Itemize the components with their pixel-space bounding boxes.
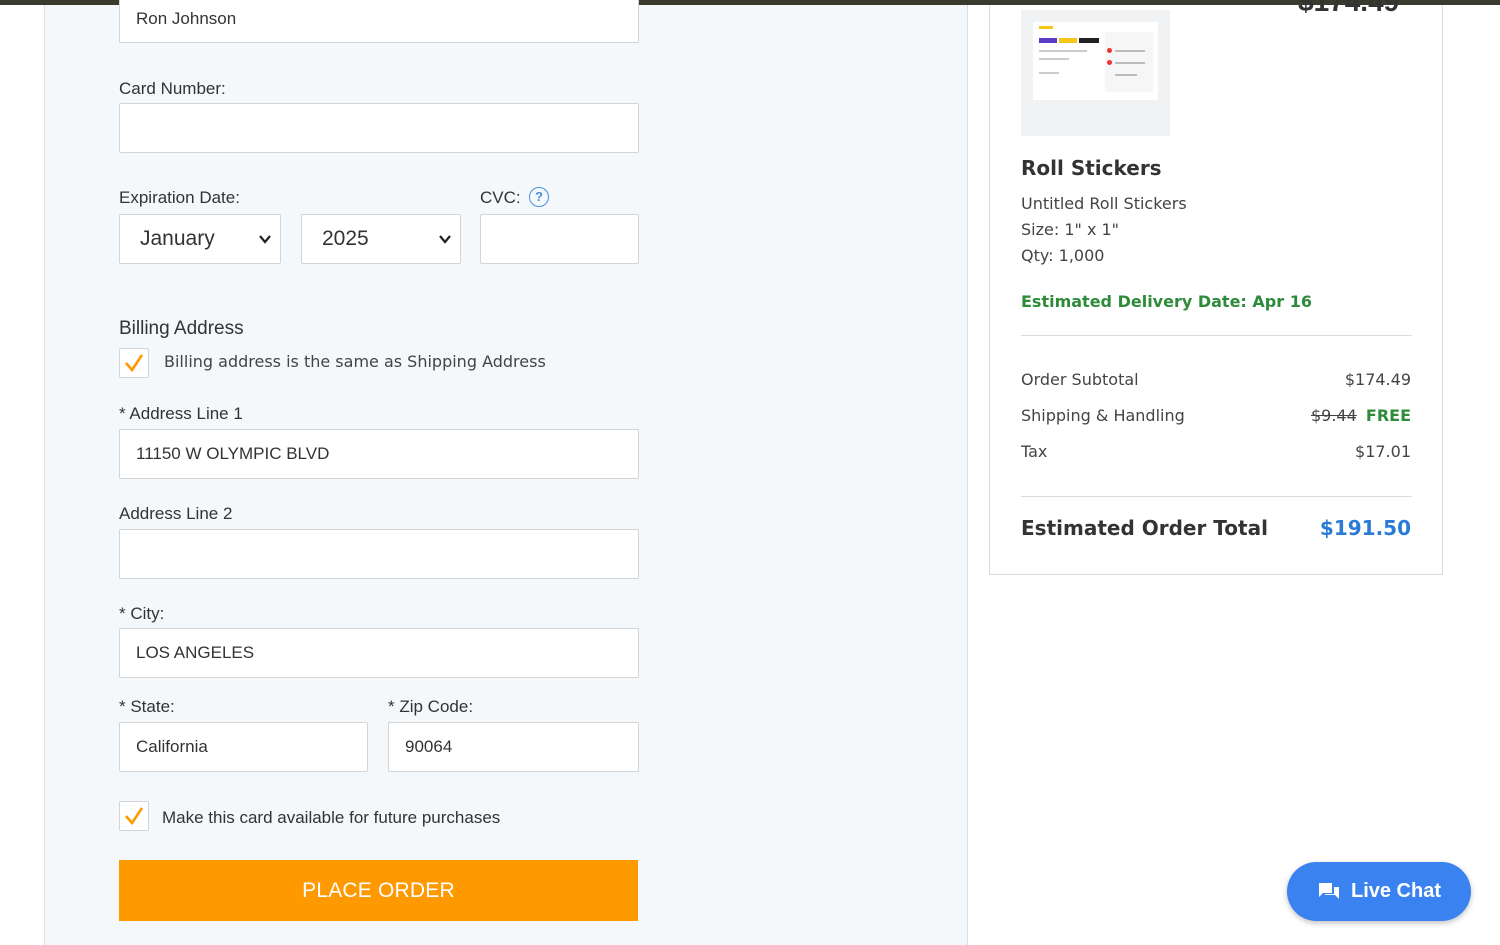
billing-same-label: Billing address is the same as Shipping … xyxy=(164,352,546,371)
card-number-label: Card Number: xyxy=(119,79,226,98)
state-label: * State: xyxy=(119,697,175,716)
live-chat-button[interactable]: Live Chat xyxy=(1287,862,1471,921)
product-thumbnail xyxy=(1021,10,1170,136)
save-card-label: Make this card available for future purc… xyxy=(162,808,501,827)
chevron-down-icon xyxy=(259,235,271,244)
place-order-button[interactable]: PLACE ORDER xyxy=(119,860,638,921)
shipping-label: Shipping & Handling xyxy=(1021,406,1185,425)
tax-value: $17.01 xyxy=(1355,442,1411,461)
shipping-value: $9.44 FREE xyxy=(1311,406,1411,425)
chat-bubbles-icon xyxy=(1318,882,1339,899)
billing-same-checkbox[interactable] xyxy=(119,348,149,378)
city-input[interactable] xyxy=(119,628,639,678)
checkmark-icon xyxy=(125,354,144,373)
exp-month-select[interactable]: January xyxy=(119,214,281,264)
address-line2-input[interactable] xyxy=(119,529,639,579)
subtotal-value: $174.49 xyxy=(1344,370,1411,389)
product-title: Roll Stickers xyxy=(1021,156,1162,180)
billing-address-heading: Billing Address xyxy=(119,318,244,339)
live-chat-label: Live Chat xyxy=(1350,880,1442,902)
exp-month-value: January xyxy=(140,227,215,250)
expiration-date-label: Expiration Date: xyxy=(119,188,240,207)
order-total-value: $191.50 xyxy=(1319,516,1411,540)
product-name: Untitled Roll Stickers xyxy=(1021,194,1187,213)
chevron-down-icon xyxy=(439,235,451,244)
checkmark-icon xyxy=(125,807,144,826)
estimated-delivery-date: Estimated Delivery Date: Apr 16 xyxy=(1021,292,1312,311)
address-line2-label: Address Line 2 xyxy=(119,504,233,523)
cvc-label: CVC: xyxy=(480,188,521,207)
cardholder-name-input[interactable] xyxy=(119,0,639,43)
address-line1-input[interactable] xyxy=(119,429,639,479)
save-card-checkbox[interactable] xyxy=(119,801,149,831)
city-label: * City: xyxy=(119,604,165,623)
shipping-free-label: FREE xyxy=(1365,406,1411,425)
product-size: Size: 1" x 1" xyxy=(1021,220,1120,239)
product-price: $174.49 xyxy=(1298,0,1400,17)
product-qty: Qty: 1,000 xyxy=(1021,246,1105,265)
tax-label: Tax xyxy=(1021,442,1048,461)
zip-code-label: * Zip Code: xyxy=(388,697,474,716)
address-line1-label: * Address Line 1 xyxy=(119,404,243,423)
exp-year-select[interactable]: 2025 xyxy=(301,214,461,264)
zip-code-input[interactable] xyxy=(388,722,639,772)
state-input[interactable] xyxy=(119,722,368,772)
card-number-input[interactable] xyxy=(119,103,639,153)
total-divider xyxy=(1021,496,1412,497)
summary-divider xyxy=(1021,335,1412,336)
exp-year-value: 2025 xyxy=(322,227,369,250)
shipping-original-price: $9.44 xyxy=(1310,406,1357,425)
subtotal-label: Order Subtotal xyxy=(1021,370,1139,389)
help-question-icon[interactable]: ? xyxy=(529,187,549,207)
thumbnail-preview xyxy=(1033,22,1158,100)
cvc-input[interactable] xyxy=(480,214,639,264)
order-total-label: Estimated Order Total xyxy=(1021,516,1268,540)
